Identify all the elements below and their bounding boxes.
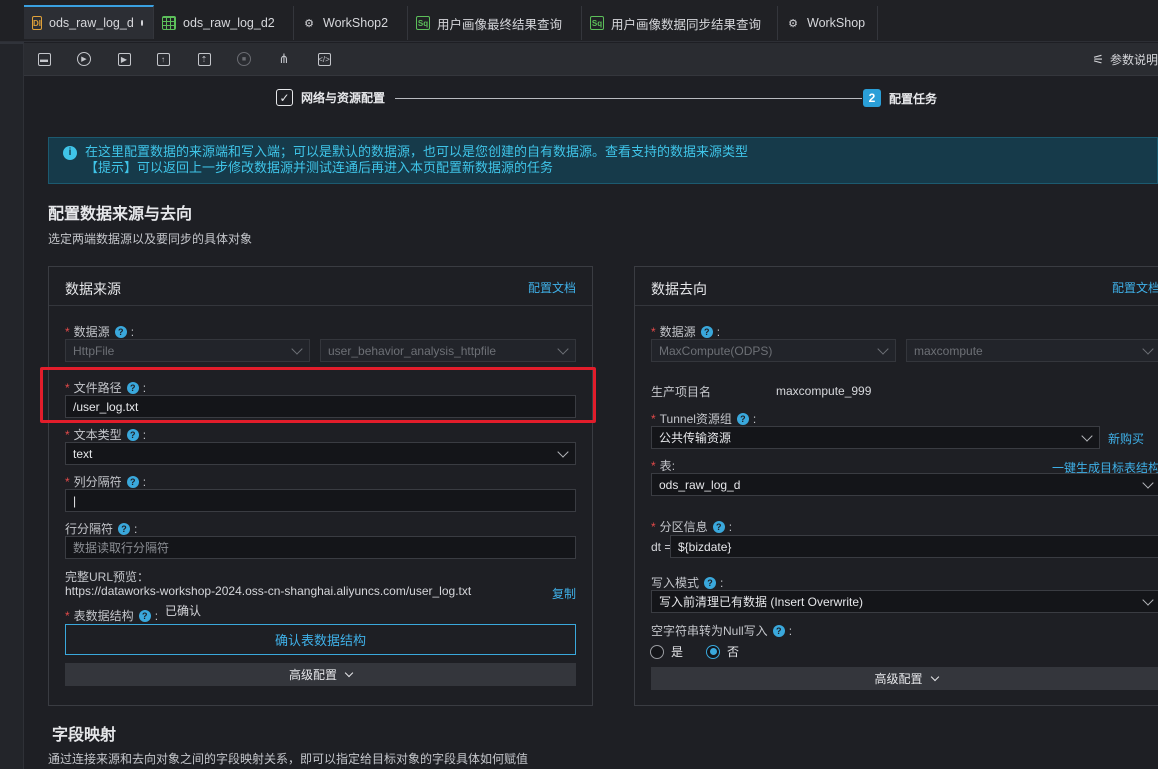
tab-final-query[interactable]: Sq 用户画像最终结果查询 xyxy=(408,6,582,40)
help-icon: ? xyxy=(126,475,139,488)
workflow-icon: ⚙ xyxy=(788,17,798,30)
step-divider xyxy=(395,98,862,99)
chevron-down-icon xyxy=(1142,477,1154,489)
section-title: 配置数据来源与去向 xyxy=(48,206,193,223)
chevron-down-icon xyxy=(344,668,354,678)
step-indicator: ✓ 网络与资源配置 2 配置任务 xyxy=(276,89,976,107)
section-desc: 选定两端数据源以及要同步的具体对象 xyxy=(48,232,253,246)
params-button[interactable]: ⚟ 参数说明 xyxy=(1092,51,1158,68)
help-icon: ? xyxy=(118,522,131,535)
publish-icon[interactable]: ⇡ xyxy=(196,51,212,67)
chevron-down-icon xyxy=(1142,343,1154,355)
write-mode-select[interactable]: 写入前清理已有数据 (Insert Overwrite) xyxy=(651,590,1158,613)
url-preview: https://dataworks-workshop-2024.oss-cn-s… xyxy=(65,584,472,598)
target-datasource-type-select[interactable]: MaxCompute(ODPS) xyxy=(651,339,896,362)
help-icon: ? xyxy=(704,576,717,589)
tab-bar: DI ods_raw_log_d ods_raw_log_d2 ⚙ WorkSh… xyxy=(0,0,1158,42)
chevron-down-icon xyxy=(557,446,569,458)
main-content: i 在这里配置数据的来源端和写入端；可以是默认的数据源，也可以是您创建的自有数据… xyxy=(24,120,1158,769)
target-doc-link[interactable]: 配置文档 xyxy=(1112,279,1158,296)
row-delimiter-input[interactable]: 数据读取行分隔符 xyxy=(65,536,576,559)
confirm-schema-button[interactable]: 确认表数据结构 xyxy=(65,624,576,655)
step-network-config[interactable]: ✓ 网络与资源配置 xyxy=(276,89,385,106)
run-param-icon[interactable]: ▶ xyxy=(116,51,132,67)
toolbar: ▬ ▶ ▶ ↑ ⇡ ■ ⋔ </> ⚟ 参数说明 xyxy=(24,43,1158,76)
modified-dot-icon xyxy=(140,20,143,26)
check-icon: ✓ xyxy=(276,89,293,106)
source-doc-link[interactable]: 配置文档 xyxy=(528,279,576,296)
highlight-box xyxy=(40,367,596,423)
sql-icon: Sq xyxy=(590,16,604,30)
null-radio-no[interactable]: 否 xyxy=(706,643,739,660)
chevron-down-icon xyxy=(1142,594,1154,606)
mapping-title: 字段映射 xyxy=(52,727,117,744)
tab-ods-raw-log-d2[interactable]: ods_raw_log_d2 xyxy=(154,6,294,40)
source-datasource-type-select[interactable]: HttpFile xyxy=(65,339,310,362)
save-icon[interactable]: ▬ xyxy=(36,51,52,67)
left-gutter xyxy=(0,0,24,769)
tunnel-select[interactable]: 公共传输资源 xyxy=(651,426,1100,449)
text-type-select[interactable]: text xyxy=(65,442,576,465)
buy-link[interactable]: 新购买 xyxy=(1108,430,1144,447)
run-icon[interactable]: ▶ xyxy=(76,51,92,67)
target-datasource-name-select[interactable]: maxcompute xyxy=(906,339,1158,362)
help-icon: ? xyxy=(772,624,785,637)
column-delimiter-input[interactable]: | xyxy=(65,489,576,512)
chevron-down-icon xyxy=(877,343,889,355)
sliders-icon: ⚟ xyxy=(1092,51,1104,67)
schema-status: 已确认 xyxy=(165,604,202,618)
help-icon: ? xyxy=(114,325,127,338)
info-banner: i 在这里配置数据的来源端和写入端；可以是默认的数据源，也可以是您创建的自有数据… xyxy=(48,137,1158,184)
chevron-down-icon xyxy=(1081,430,1093,442)
tab-sync-query[interactable]: Sq 用户画像数据同步结果查询 xyxy=(582,6,778,40)
tab-ods-raw-log-d[interactable]: DI ods_raw_log_d xyxy=(24,5,154,39)
help-icon: ? xyxy=(138,609,151,622)
chevron-down-icon xyxy=(930,672,939,682)
help-icon: ? xyxy=(700,325,713,338)
di-icon: DI xyxy=(32,16,42,30)
null-radio-yes[interactable]: 是 xyxy=(650,643,683,660)
sql-icon: Sq xyxy=(416,16,430,30)
copy-link[interactable]: 复制 xyxy=(552,585,576,602)
tab-workshop[interactable]: ⚙ WorkShop xyxy=(778,6,878,40)
chevron-down-icon xyxy=(557,343,569,355)
source-advanced-button[interactable]: 高级配置 xyxy=(65,663,576,686)
target-advanced-button[interactable]: 高级配置 xyxy=(651,667,1158,690)
tab-workshop2[interactable]: ⚙ WorkShop2 xyxy=(294,6,408,40)
partition-input[interactable]: ${bizdate} xyxy=(670,535,1158,558)
workflow-icon: ⚙ xyxy=(304,17,314,30)
help-icon: ? xyxy=(736,412,749,425)
table-select[interactable]: ods_raw_log_d xyxy=(651,473,1158,496)
stop-icon[interactable]: ■ xyxy=(236,51,252,67)
submit-icon[interactable]: ↑ xyxy=(155,51,171,67)
source-panel: 数据来源 配置文档 * 数据源?: HttpFile user_behavior_… xyxy=(48,266,593,706)
help-icon: ? xyxy=(712,520,725,533)
help-icon: ? xyxy=(126,428,139,441)
project-name: maxcompute_999 xyxy=(776,384,872,398)
target-panel: 数据去向 配置文档 * 数据源?: MaxCompute(ODPS) maxcom… xyxy=(634,266,1158,706)
info-icon: i xyxy=(63,146,77,160)
step-task-config[interactable]: 2 配置任务 xyxy=(863,89,937,107)
table-icon xyxy=(162,16,176,30)
mapping-desc: 通过连接来源和去向对象之间的字段映射关系，即可以指定给目标对象的字段具体如何赋值 xyxy=(48,752,529,766)
lineage-icon[interactable]: ⋔ xyxy=(276,51,292,67)
source-datasource-name-select[interactable]: user_behavior_analysis_httpfile xyxy=(320,339,576,362)
chevron-down-icon xyxy=(291,343,303,355)
code-icon[interactable]: </> xyxy=(316,51,332,67)
